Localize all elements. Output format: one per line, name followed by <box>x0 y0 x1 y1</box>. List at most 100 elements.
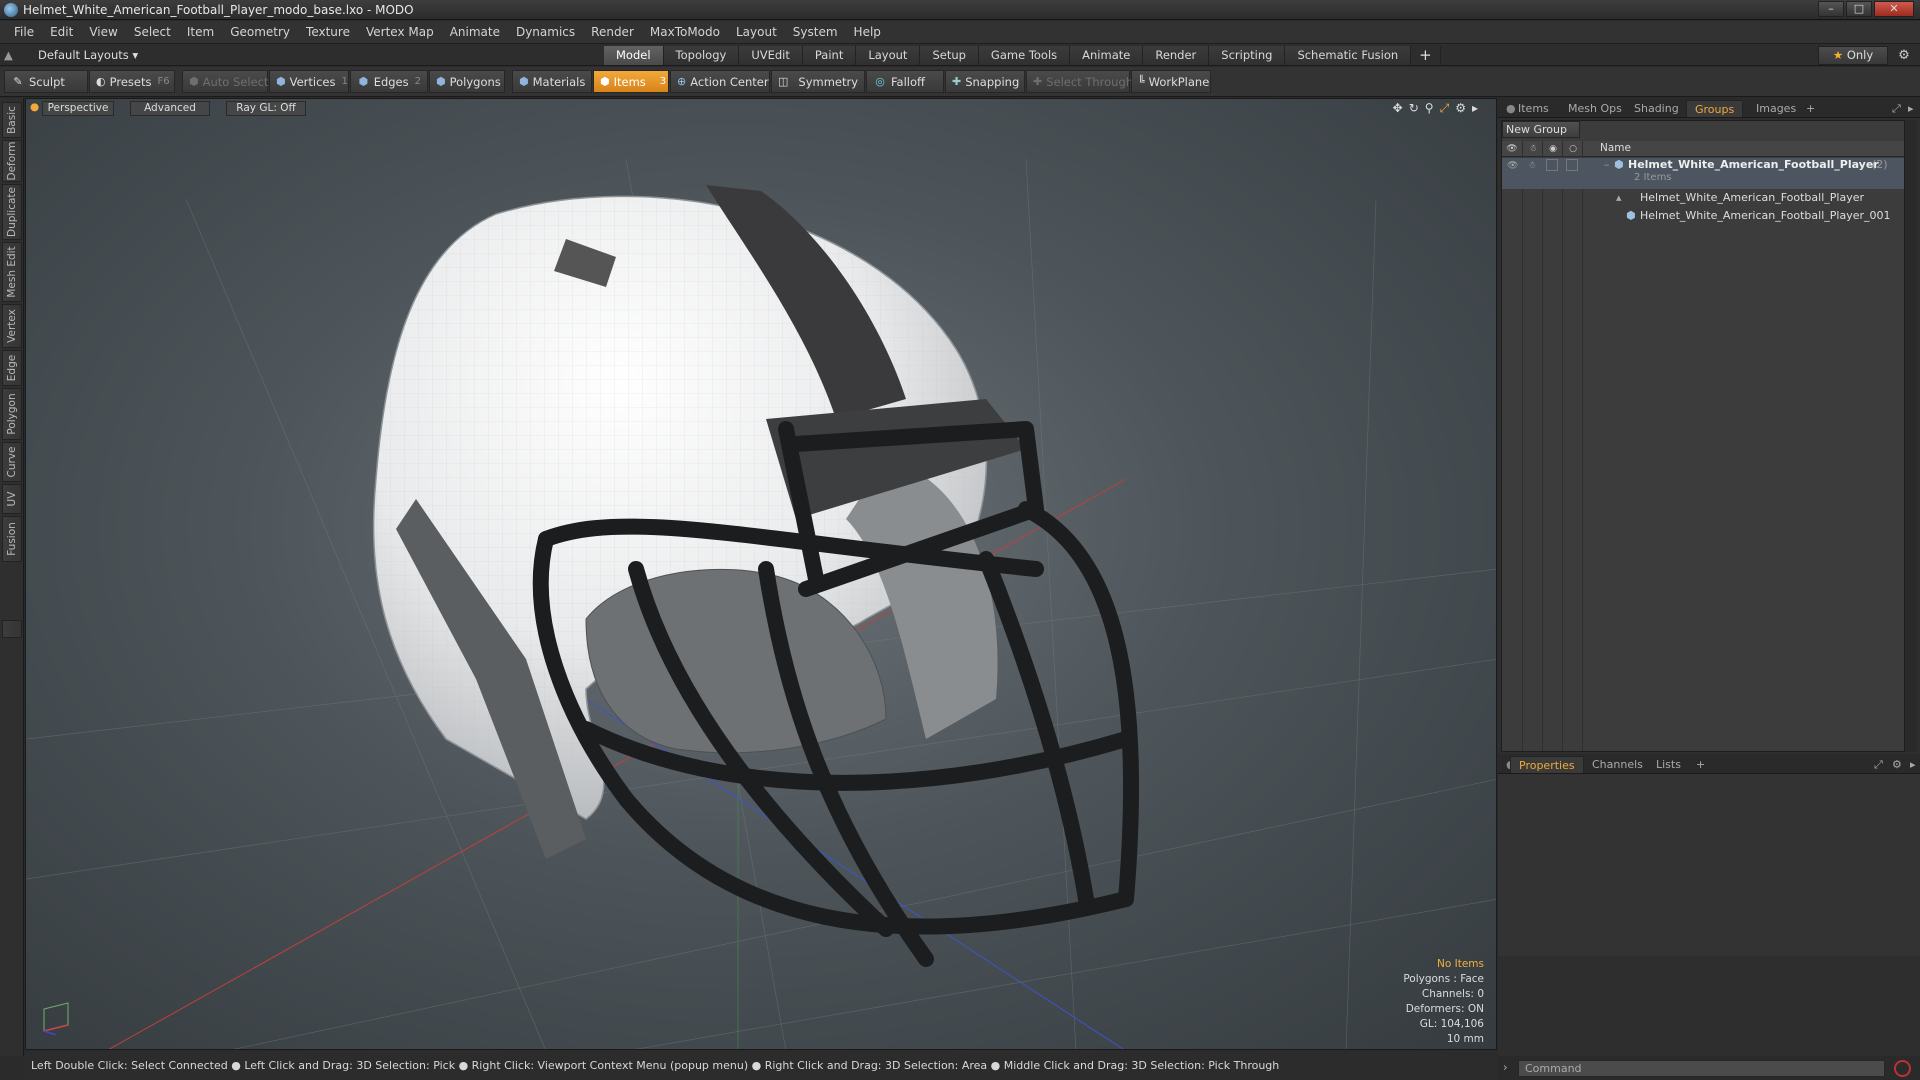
falloff-button[interactable]: ◎ Falloff <box>866 70 944 93</box>
group-visibility-icon[interactable]: 👁 <box>1507 161 1518 171</box>
materials-button[interactable]: ⬢ Materials <box>512 70 592 93</box>
add-panel-tab-button[interactable]: + <box>1798 100 1823 117</box>
auto-select-button[interactable]: ⬢ Auto Select <box>182 70 268 93</box>
sculpt-button[interactable]: ✎ Sculpt <box>4 70 88 93</box>
tab-images[interactable]: Images <box>1748 100 1804 117</box>
viewport-gear-icon[interactable]: ⚙ <box>1455 101 1466 116</box>
rotate-icon[interactable]: ↻ <box>1409 101 1419 116</box>
add-layout-tab-button[interactable]: + <box>1411 46 1441 65</box>
tab-layout[interactable]: Layout <box>856 46 921 65</box>
viewport-menu-icon[interactable]: ● <box>30 101 39 116</box>
vertices-button[interactable]: ⬢ Vertices 1 <box>269 70 349 93</box>
menu-system[interactable]: System <box>785 25 846 39</box>
tab-game-tools[interactable]: Game Tools <box>978 46 1071 65</box>
3d-viewport[interactable]: ● Perspective Advanced Ray GL: Off ✥ ↻ ⚲… <box>25 98 1497 1050</box>
group-row[interactable]: 👁 ☃ – ⬢ Helmet_White_American_Football_P… <box>1502 158 1904 189</box>
group-select-toggle[interactable] <box>1566 159 1578 171</box>
vtab-polygon[interactable]: Polygon <box>2 388 22 440</box>
default-layouts-label: Default Layouts ▾ <box>38 48 139 62</box>
select-icon[interactable]: ○ <box>1566 142 1580 156</box>
command-input[interactable]: Command <box>1518 1060 1885 1077</box>
menu-texture[interactable]: Texture <box>298 25 358 39</box>
palette-toggle-icon[interactable] <box>2 620 22 638</box>
menu-file[interactable]: File <box>6 25 42 39</box>
shading-style-button[interactable]: Advanced <box>130 101 210 116</box>
vtab-uv[interactable]: UV <box>2 484 22 514</box>
action-center-button[interactable]: ⊕ Action Center <box>670 70 770 93</box>
menu-edit[interactable]: Edit <box>42 25 81 39</box>
group-child-row[interactable]: ⬢ Helmet_White_American_Football_Player_… <box>1502 209 1904 225</box>
group-render-icon[interactable]: ☃ <box>1528 161 1536 171</box>
minimize-button[interactable]: – <box>1818 1 1844 17</box>
new-group-button[interactable]: New Group <box>1502 121 1580 138</box>
viewport-expand-icon[interactable]: ▸ <box>1472 101 1478 116</box>
menu-view[interactable]: View <box>81 25 125 39</box>
tab-shading[interactable]: Shading <box>1626 100 1687 117</box>
menu-select[interactable]: Select <box>126 25 179 39</box>
tab-paint[interactable]: Paint <box>802 46 857 65</box>
vtab-mesh-edit[interactable]: Mesh Edit <box>2 242 22 302</box>
polygons-button[interactable]: ⬢ Polygons <box>429 70 505 93</box>
collapse-arrow-icon[interactable]: ▲ <box>4 48 18 62</box>
items-button[interactable]: ⬢ Items 3 <box>593 70 669 93</box>
workplane-button[interactable]: ╚ WorkPlane <box>1131 70 1211 93</box>
group-lock-toggle[interactable] <box>1546 159 1558 171</box>
vtab-basic[interactable]: Basic <box>2 102 22 138</box>
group-child-row[interactable]: ▴ Helmet_White_American_Football_Player <box>1502 191 1904 207</box>
menu-layout[interactable]: Layout <box>728 25 785 39</box>
tab-items[interactable]: Items <box>1510 100 1557 117</box>
tab-lists[interactable]: Lists <box>1648 756 1689 773</box>
tab-schematic-fusion[interactable]: Schematic Fusion <box>1285 46 1412 65</box>
group-collapse-icon[interactable]: – <box>1604 158 1610 171</box>
zoom-icon[interactable]: ⚲ <box>1425 101 1434 116</box>
tab-channels[interactable]: Channels <box>1584 756 1651 773</box>
vtab-curve[interactable]: Curve <box>2 442 22 482</box>
close-button[interactable]: ✕ <box>1874 1 1914 17</box>
tab-model[interactable]: Model <box>604 46 664 65</box>
menu-item[interactable]: Item <box>179 25 222 39</box>
tab-animate[interactable]: Animate <box>1070 46 1144 65</box>
maximize-button[interactable]: □ <box>1846 1 1872 17</box>
panel-arrow-icon[interactable]: ▸ <box>1900 100 1920 117</box>
tab-uvedit[interactable]: UVEdit <box>739 46 803 65</box>
tab-mesh-ops[interactable]: Mesh Ops <box>1560 100 1630 117</box>
vtab-mesh-edit-label: Mesh Edit <box>6 246 18 298</box>
tab-scripting[interactable]: Scripting <box>1209 46 1286 65</box>
menu-render[interactable]: Render <box>583 25 642 39</box>
render-icon[interactable]: ☃ <box>1526 142 1540 156</box>
fit-icon[interactable]: ⤢ <box>1440 101 1450 116</box>
menu-dynamics[interactable]: Dynamics <box>508 25 583 39</box>
vtab-duplicate[interactable]: Duplicate <box>2 184 22 240</box>
vtab-vertex[interactable]: Vertex <box>2 304 22 348</box>
menu-maxtomodo[interactable]: MaxToModo <box>642 25 728 39</box>
presets-button[interactable]: ◐ Presets F6 <box>89 70 175 93</box>
menu-help[interactable]: Help <box>846 25 889 39</box>
vtab-fusion[interactable]: Fusion <box>2 516 22 562</box>
tab-topology[interactable]: Topology <box>663 46 740 65</box>
gear-icon[interactable]: ⚙ <box>1894 46 1914 65</box>
default-layouts-dropdown[interactable]: ▲ Default Layouts ▾ <box>4 46 138 64</box>
raygl-button[interactable]: Ray GL: Off <box>226 101 306 116</box>
view-type-button[interactable]: Perspective <box>42 101 114 116</box>
tab-setup[interactable]: Setup <box>920 46 979 65</box>
groups-scrollbar[interactable] <box>1905 120 1917 752</box>
menu-vertex-map[interactable]: Vertex Map <box>358 25 442 39</box>
only-button[interactable]: ★ Only <box>1818 46 1888 65</box>
vtab-deform[interactable]: Deform <box>2 140 22 182</box>
menu-geometry[interactable]: Geometry <box>222 25 298 39</box>
tab-groups[interactable]: Groups <box>1686 100 1744 117</box>
vtab-edge[interactable]: Edge <box>2 350 22 386</box>
lock-icon[interactable]: ◉ <box>1546 142 1560 156</box>
tab-render[interactable]: Render <box>1143 46 1210 65</box>
menu-animate[interactable]: Animate <box>442 25 508 39</box>
add-bottom-tab-button[interactable]: + <box>1688 756 1713 773</box>
symmetry-button[interactable]: ◫ Symmetry <box>771 70 865 93</box>
command-history-icon[interactable] <box>1894 1060 1911 1077</box>
pan-icon[interactable]: ✥ <box>1393 101 1403 116</box>
tab-properties[interactable]: Properties <box>1510 756 1584 773</box>
edges-button[interactable]: ⬢ Edges 2 <box>350 70 428 93</box>
visibility-eye-icon[interactable]: 👁 <box>1505 142 1519 156</box>
bottom-arrow-icon[interactable]: ▸ <box>1902 756 1920 773</box>
snapping-button[interactable]: ✚ Snapping <box>945 70 1025 93</box>
select-through-button[interactable]: ✚ Select Through <box>1026 70 1133 93</box>
